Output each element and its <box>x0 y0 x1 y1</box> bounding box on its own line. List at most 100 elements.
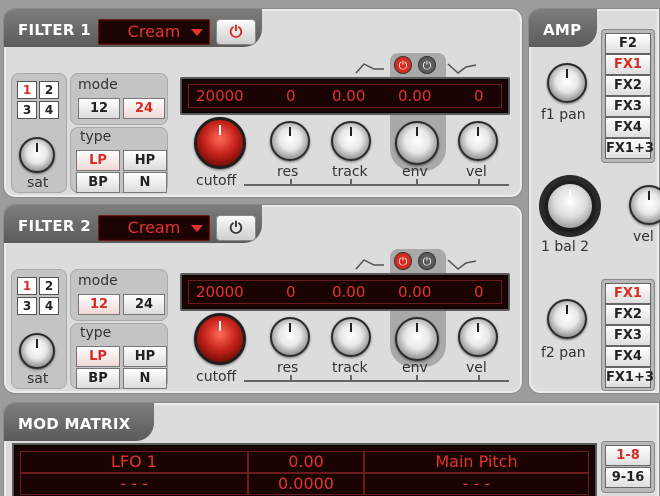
filter-1-vel-value: 0 <box>474 87 484 105</box>
filter-2-track-value: 0.00 <box>332 283 366 301</box>
fx-lower-fx2-button[interactable]: FX2 <box>605 304 651 325</box>
filter-2-type-hp-button[interactable]: HP <box>123 346 167 367</box>
filter-1-type-bp-button[interactable]: BP <box>76 172 120 193</box>
filter-2-type-n-button[interactable]: N <box>123 368 167 389</box>
filter-2-env-power-off-icon[interactable]: ⏻ <box>418 252 436 270</box>
fx-lower-fx1-button[interactable]: FX1 <box>605 283 651 304</box>
filter-2-type-bp-button[interactable]: BP <box>76 368 120 389</box>
filter-1-type-n-button[interactable]: N <box>123 172 167 193</box>
filter-2-sat-label: sat <box>27 371 49 387</box>
filter-1-env-knob[interactable] <box>395 121 439 165</box>
mod-row-2-amount[interactable]: 0.0000 <box>248 473 364 495</box>
chevron-down-icon <box>191 225 203 232</box>
filter-2-env-knob[interactable] <box>395 317 439 361</box>
filter-2-sat-knob[interactable] <box>19 333 55 369</box>
filter-1-env-power-on-icon[interactable]: ⏻ <box>394 56 412 74</box>
filter-2-cutoff-value: 20000 <box>196 283 244 301</box>
fx-upper-fx4-button[interactable]: FX4 <box>605 117 651 138</box>
filter-1-track-value: 0.00 <box>332 87 366 105</box>
filter-1-power-button[interactable]: ⏻ <box>216 19 256 45</box>
filter-2-mod-bus-line <box>244 380 509 382</box>
fx-lower-fx1-3-button[interactable]: FX1+3 <box>605 367 654 388</box>
filter-1-env-power-off-icon[interactable]: ⏻ <box>418 56 436 74</box>
fx-upper-fx1-3-button[interactable]: FX1+3 <box>605 138 654 159</box>
filter-2-env-value: 0.00 <box>398 283 432 301</box>
mod-row-1-source[interactable]: LFO 1 <box>20 451 248 473</box>
f2-pan-knob[interactable] <box>547 299 587 339</box>
filter-1-track-knob[interactable] <box>331 121 371 161</box>
filter-1-preset-value: Cream <box>127 22 181 41</box>
filter-2-env-power-on-icon[interactable]: ⏻ <box>394 252 412 270</box>
chevron-down-icon <box>191 29 203 36</box>
filter-2-value-display: 20000 0 0.00 0.00 0 <box>180 273 510 311</box>
filter-2-title: FILTER 2 <box>18 217 91 235</box>
filter-1-type-hp-button[interactable]: HP <box>123 150 167 171</box>
filter-1-type-lp-button[interactable]: LP <box>76 150 120 171</box>
filter-2-panel: FILTER 2 Cream ⏻ 1 2 3 4 sat mode 12 24 … <box>3 204 523 394</box>
filter-2-cutoff-knob[interactable] <box>194 313 246 365</box>
power-icon: ⏻ <box>229 218 243 237</box>
filter-2-type-label: type <box>80 325 112 341</box>
filter-2-res-value: 0 <box>286 283 296 301</box>
filter-2-grid-3[interactable]: 3 <box>17 297 37 315</box>
filter-1-cutoff-knob[interactable] <box>194 117 246 169</box>
balance-knob[interactable] <box>545 181 595 231</box>
mod-page-9-16-button[interactable]: 9-16 <box>605 467 651 488</box>
filter-2-grid-1[interactable]: 1 <box>17 277 37 295</box>
f2-pan-label: f2 pan <box>541 345 586 361</box>
mod-page-1-8-button[interactable]: 1-8 <box>605 445 651 466</box>
filter-1-cutoff-label: cutoff <box>196 173 237 189</box>
filter-1-vel-label: vel <box>466 164 487 180</box>
filter-1-grid-2[interactable]: 2 <box>39 81 59 99</box>
filter-2-type-lp-button[interactable]: LP <box>76 346 120 367</box>
mod-row-2-source[interactable]: - - - <box>20 473 248 495</box>
filter-1-mode-12-button[interactable]: 12 <box>78 98 120 119</box>
filter-2-mode-24-button[interactable]: 24 <box>123 294 165 315</box>
filter-1-grid-4[interactable]: 4 <box>39 101 59 119</box>
f1-pan-knob[interactable] <box>547 63 587 103</box>
filter-1-vel-knob[interactable] <box>458 121 498 161</box>
amp-vel-label: vel <box>633 229 654 245</box>
filter-2-preset-dropdown[interactable]: Cream <box>98 215 210 241</box>
filter-1-cutoff-value: 20000 <box>196 87 244 105</box>
filter-1-preset-dropdown[interactable]: Cream <box>98 19 210 45</box>
filter-2-track-label: track <box>332 360 368 376</box>
fx-upper-f2-button[interactable]: F2 <box>605 33 651 54</box>
filter-2-grid-4[interactable]: 4 <box>39 297 59 315</box>
filter-1-mode-24-button[interactable]: 24 <box>123 98 165 119</box>
filter-2-mode-12-button[interactable]: 12 <box>78 294 120 315</box>
amp-vel-knob[interactable] <box>629 185 660 225</box>
fx-lower-fx4-button[interactable]: FX4 <box>605 346 651 367</box>
filter-2-cutoff-label: cutoff <box>196 369 237 385</box>
filter-1-panel: FILTER 1 Cream ⏻ 1 2 3 4 sat mode 12 24 … <box>3 8 523 198</box>
filter-1-res-knob[interactable] <box>270 121 310 161</box>
filter-1-sat-knob[interactable] <box>19 137 55 173</box>
filter-1-envelope-shape-icon <box>355 63 384 74</box>
f1-pan-label: f1 pan <box>541 107 586 123</box>
mod-matrix-table: LFO 1 0.00 Main Pitch - - - 0.0000 - - - <box>12 443 597 496</box>
filter-1-grid-1[interactable]: 1 <box>17 81 37 99</box>
filter-2-vel-knob[interactable] <box>458 317 498 357</box>
filter-2-res-knob[interactable] <box>270 317 310 357</box>
filter-1-title: FILTER 1 <box>18 21 91 39</box>
filter-1-mode-label: mode <box>78 77 118 93</box>
fx-upper-fx3-button[interactable]: FX3 <box>605 96 651 117</box>
balance-label: 1 bal 2 <box>541 239 590 255</box>
filter-2-preset-value: Cream <box>127 218 181 237</box>
filter-2-track-knob[interactable] <box>331 317 371 357</box>
filter-2-grid-2[interactable]: 2 <box>39 277 59 295</box>
filter-2-power-button[interactable]: ⏻ <box>216 215 256 241</box>
filter-1-grid-3[interactable]: 3 <box>17 101 37 119</box>
fx-upper-fx2-button[interactable]: FX2 <box>605 75 651 96</box>
fx-lower-fx3-button[interactable]: FX3 <box>605 325 651 346</box>
mod-row-1-destination[interactable]: Main Pitch <box>364 451 589 473</box>
filter-2-mode-label: mode <box>78 273 118 289</box>
fx-upper-fx1-button[interactable]: FX1 <box>605 54 651 75</box>
filter-1-mod-bus-line <box>244 184 509 186</box>
mod-row-1-amount[interactable]: 0.00 <box>248 451 364 473</box>
mod-row-2-destination[interactable]: - - - <box>364 473 589 495</box>
filter-2-res-label: res <box>277 360 299 376</box>
filter-1-env-label: env <box>402 164 428 180</box>
filter-1-sat-label: sat <box>27 175 49 191</box>
filter-1-envelope-inverted-icon <box>447 63 477 74</box>
